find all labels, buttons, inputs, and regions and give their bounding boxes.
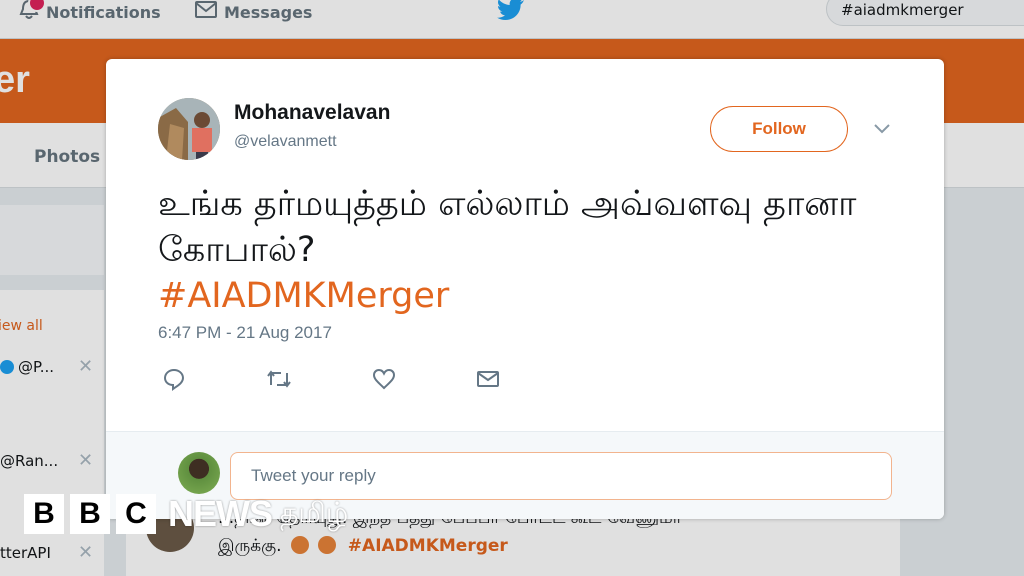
tweet-modal: Mohanavelavan @velavanmett Follow உங்க த… [106, 59, 944, 519]
avatar[interactable] [158, 98, 220, 160]
reply-icon[interactable] [162, 367, 186, 395]
tweet-body: உங்க தர்மயுத்தம் எல்லாம் அவ்வளவு தானா கோ… [158, 184, 857, 270]
hashtag-link[interactable]: #AIADMKMerger [158, 273, 898, 319]
user-display-name[interactable]: Mohanavelavan [234, 101, 390, 125]
bbc-news-tamil-logo: B B C NEWS தமிழ் [24, 493, 349, 534]
retweet-icon[interactable] [266, 367, 292, 395]
direct-message-icon[interactable] [476, 367, 500, 395]
avatar [178, 452, 220, 494]
bbc-news-wordmark: NEWS [168, 493, 273, 534]
heart-icon[interactable] [372, 367, 396, 395]
bbc-logo-block: B [24, 494, 64, 534]
bbc-language-wordmark: தமிழ் [280, 495, 349, 529]
user-handle[interactable]: @velavanmett [234, 133, 337, 151]
tweet-timestamp[interactable]: 6:47 PM - 21 Aug 2017 [158, 323, 332, 343]
tweet-text: உங்க தர்மயுத்தம் எல்லாம் அவ்வளவு தானா கோ… [158, 181, 898, 319]
chevron-down-icon[interactable] [872, 121, 892, 140]
bbc-logo-block: B [70, 494, 110, 534]
reply-input[interactable]: Tweet your reply [230, 452, 892, 500]
follow-button[interactable]: Follow [710, 106, 848, 152]
bbc-logo-block: C [116, 494, 156, 534]
